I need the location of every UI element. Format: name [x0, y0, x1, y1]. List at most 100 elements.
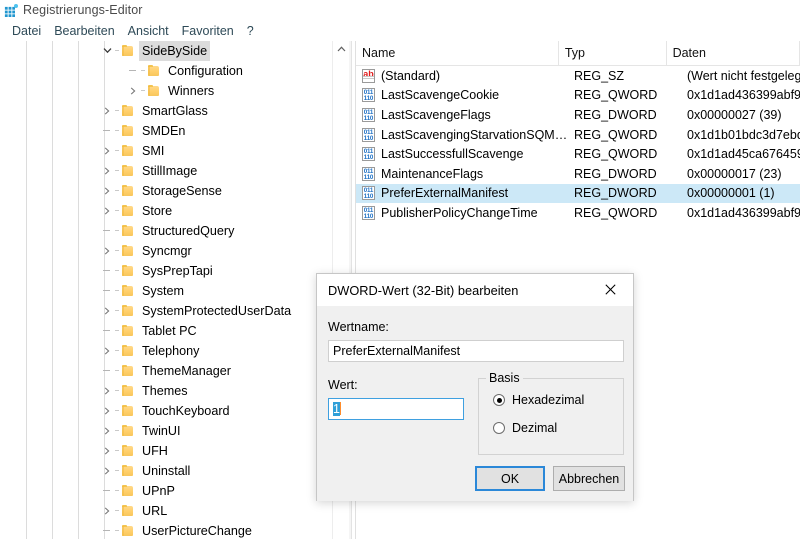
value-input[interactable]: 1: [328, 398, 464, 420]
tree-item-syncmgr[interactable]: Syncmgr: [0, 241, 330, 261]
table-row[interactable]: 011 110 PublisherPolicyChangeTime REG_QWORD…: [356, 203, 800, 223]
value-name-label: Wertname:: [328, 320, 389, 334]
text-caret: [339, 402, 341, 415]
tree-connector: [114, 421, 121, 441]
tree-item-store[interactable]: Store: [0, 201, 330, 221]
tree-item-label: UserPictureChange: [142, 524, 252, 538]
menu-bearbeiten[interactable]: Bearbeiten: [48, 23, 121, 39]
menu-favoriten[interactable]: Favoriten: [176, 23, 241, 39]
chevron-right-icon[interactable]: [100, 421, 114, 441]
table-row[interactable]: 011 110 MaintenanceFlags REG_DWORD 0x0000001…: [356, 164, 800, 184]
folder-icon: [121, 505, 134, 517]
tree-item-url[interactable]: URL: [0, 501, 330, 521]
radio-dezimal[interactable]: Dezimal: [493, 421, 557, 435]
column-header-daten[interactable]: Daten: [667, 41, 800, 65]
binary-value-icon: 011 110: [362, 147, 375, 162]
tree-item-syspreptapi[interactable]: SysPrepTapi: [0, 261, 330, 281]
chevron-right-icon[interactable]: [100, 401, 114, 421]
chevron-right-icon[interactable]: [100, 341, 114, 361]
value-name-cell: PreferExternalManifest: [381, 186, 509, 201]
chevron-down-icon[interactable]: [100, 41, 114, 61]
tree-item-label: Store: [142, 204, 173, 218]
tree-item-ufh[interactable]: UFH: [0, 441, 330, 461]
tree-item-userpicturechange[interactable]: UserPictureChange: [0, 521, 330, 539]
chevron-right-icon[interactable]: [100, 201, 114, 221]
tree-item-label: StructuredQuery: [142, 224, 235, 238]
tree-item-sidebyside[interactable]: SideBySide: [0, 41, 330, 61]
tree-connector: [140, 61, 147, 81]
tree-item-upnp[interactable]: UPnP: [0, 481, 330, 501]
tree-item-label: StillImage: [142, 164, 198, 178]
radio-hexadezimal-indicator: [493, 394, 505, 406]
tree-item-structuredquery[interactable]: StructuredQuery: [0, 221, 330, 241]
value-name-cell: LastScavengeCookie: [381, 88, 500, 103]
chevron-right-icon[interactable]: [100, 301, 114, 321]
chevron-right-icon[interactable]: [100, 101, 114, 121]
value-name-cell: PublisherPolicyChangeTime: [381, 205, 538, 220]
folder-icon: [147, 85, 160, 97]
tree-item-tablet-pc[interactable]: Tablet PC: [0, 321, 330, 341]
tree-item-thememanager[interactable]: ThemeManager: [0, 361, 330, 381]
tree-item-telephony[interactable]: Telephony: [0, 341, 330, 361]
tree-item-smi[interactable]: SMI: [0, 141, 330, 161]
title-bar: Registrierungs-Editor: [0, 0, 800, 20]
folder-icon: [121, 345, 134, 357]
chevron-right-icon[interactable]: [100, 381, 114, 401]
menu-ansicht[interactable]: Ansicht: [122, 23, 176, 39]
folder-icon: [121, 245, 134, 257]
tree-item-stillimage[interactable]: StillImage: [0, 161, 330, 181]
chevron-right-icon[interactable]: [100, 141, 114, 161]
tree-item-smartglass[interactable]: SmartGlass: [0, 101, 330, 121]
chevron-right-icon[interactable]: [100, 181, 114, 201]
tree-item-smden[interactable]: SMDEn: [0, 121, 330, 141]
table-row[interactable]: 011 110 LastScavengeCookie REG_QWORD 0x1d1ad…: [356, 86, 800, 106]
tree-connector: [114, 461, 121, 481]
cancel-button[interactable]: Abbrechen: [553, 466, 625, 491]
column-header-typ[interactable]: Typ: [559, 41, 667, 65]
editor-content: SideBySide Configuration Winners SmartGlass…: [0, 41, 800, 539]
chevron-right-icon[interactable]: [100, 461, 114, 481]
close-icon[interactable]: [588, 274, 633, 304]
tree-item-twinui[interactable]: TwinUI: [0, 421, 330, 441]
chevron-up-icon[interactable]: [333, 41, 349, 57]
value-name-input[interactable]: PreferExternalManifest: [328, 340, 624, 362]
chevron-right-icon[interactable]: [100, 441, 114, 461]
radio-hexadezimal[interactable]: Hexadezimal: [493, 393, 584, 407]
tree-item-winners[interactable]: Winners: [0, 81, 330, 101]
tree-item-label: SMDEn: [142, 124, 186, 138]
column-header-name[interactable]: Name: [356, 41, 559, 65]
chevron-right-icon[interactable]: [100, 241, 114, 261]
value-data-cell: 0x00000001 (1): [687, 186, 775, 201]
binary-value-icon: 011 110: [362, 127, 375, 142]
tree-connector: [114, 221, 121, 241]
table-row[interactable]: 011 110 LastSuccessfullScavenge REG_QWORD 0x…: [356, 144, 800, 164]
registry-tree-pane[interactable]: SideBySide Configuration Winners SmartGlass…: [0, 41, 330, 539]
table-row[interactable]: 011 110 LastScavengeFlags REG_DWORD 0x000000…: [356, 105, 800, 125]
tree-item-label: System: [142, 284, 184, 298]
menu-hilfe[interactable]: ?: [241, 23, 261, 39]
chevron-right-icon[interactable]: [126, 81, 140, 101]
tree-connector: [114, 201, 121, 221]
tree-connector: [100, 221, 114, 241]
tree-item-systemprotecteduserdata[interactable]: SystemProtectedUserData: [0, 301, 330, 321]
folder-icon: [121, 425, 134, 437]
tree-connector: [114, 501, 121, 521]
folder-icon: [121, 165, 134, 177]
ok-button[interactable]: OK: [475, 466, 545, 491]
tree-item-uninstall[interactable]: Uninstall: [0, 461, 330, 481]
tree-item-themes[interactable]: Themes: [0, 381, 330, 401]
tree-item-system[interactable]: System: [0, 281, 330, 301]
chevron-right-icon[interactable]: [100, 501, 114, 521]
table-row[interactable]: 011 110 PreferExternalManifest REG_DWORD 0x0…: [356, 183, 800, 204]
menu-bar: Datei Bearbeiten Ansicht Favoriten ?: [0, 22, 800, 40]
tree-item-configuration[interactable]: Configuration: [0, 61, 330, 81]
tree-connector: [114, 281, 121, 301]
table-row[interactable]: 011 110 LastScavengingStarvationSQMRep… REG…: [356, 125, 800, 145]
tree-item-label: Telephony: [142, 344, 200, 358]
table-row[interactable]: ab (Standard) REG_SZ (Wert nicht festgelegt…: [356, 66, 800, 86]
menu-datei[interactable]: Datei: [6, 23, 48, 39]
chevron-right-icon[interactable]: [100, 161, 114, 181]
value-data-cell: 0x1d1b01bdc3d7ebd: [687, 127, 800, 142]
tree-item-storagesense[interactable]: StorageSense: [0, 181, 330, 201]
tree-item-touchkeyboard[interactable]: TouchKeyboard: [0, 401, 330, 421]
